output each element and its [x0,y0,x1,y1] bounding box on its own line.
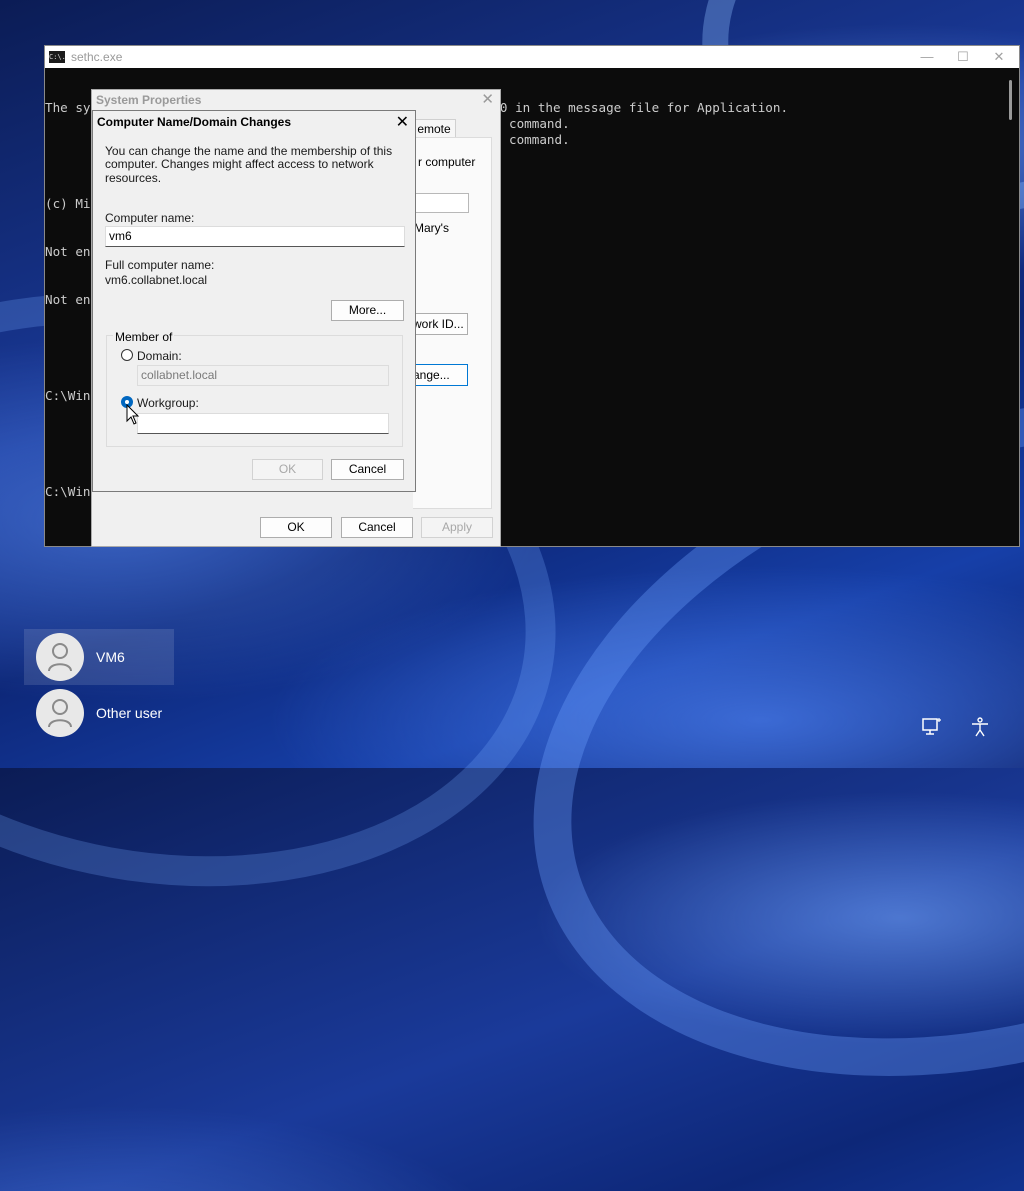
system-properties-title: System Properties [96,93,202,107]
workgroup-input[interactable] [137,413,389,434]
computer-name-label: Computer name: [105,211,195,225]
computer-name-dialog[interactable]: Computer Name/Domain Changes ✕ You can c… [92,110,416,492]
change-button[interactable]: ange... [413,364,468,386]
console-titlebar[interactable]: C:\. sethc.exe — ☐ ✕ [45,46,1019,68]
accessibility-icon[interactable] [969,716,991,738]
console-app-icon: C:\. [49,51,66,63]
network-icon[interactable] [921,716,943,738]
tab-remote[interactable]: emote [412,119,456,138]
user-name: VM6 [96,649,125,665]
domain-input[interactable]: collabnet.local [137,365,389,386]
dialog-description-line: computer. Changes might affect access to… [105,157,374,185]
maximize-icon[interactable]: ☐ [945,46,981,68]
more-button[interactable]: More... [331,300,404,321]
computer-description-input[interactable] [413,193,469,213]
mouse-cursor-icon [126,404,140,425]
cancel-button[interactable]: Cancel [341,517,413,538]
ok-button[interactable]: OK [252,459,323,480]
full-computer-name-label: Full computer name: [105,258,215,272]
console-line-fragment: command. [509,132,570,147]
user-avatar-icon [36,689,84,737]
user-tile-other[interactable]: Other user [24,685,174,741]
console-title: sethc.exe [71,50,123,64]
ok-button[interactable]: OK [260,517,332,538]
user-name: Other user [96,705,163,721]
close-icon[interactable]: ✕ [396,112,409,132]
dialog-description-line: You can change the name and the membersh… [105,144,393,158]
minimize-icon[interactable]: — [909,46,945,68]
member-of-label: Member of [113,330,175,344]
domain-label: Domain: [137,349,182,363]
dialog-title: Computer Name/Domain Changes [97,115,292,129]
user-avatar-icon [36,633,84,681]
domain-radio[interactable] [121,349,133,361]
console-line-fragment: command. [509,116,570,131]
close-icon[interactable]: ✕ [481,90,494,108]
computer-description-fragment: r computer [418,155,476,169]
workgroup-label: Workgroup: [137,396,199,410]
close-icon[interactable]: ✕ [981,46,1017,68]
scrollbar-thumb[interactable] [1009,80,1012,120]
network-id-button[interactable]: work ID... [413,313,468,335]
full-computer-name-value: vm6.collabnet.local [105,273,208,287]
user-tile-vm6[interactable]: VM6 [24,629,174,685]
cancel-button[interactable]: Cancel [331,459,404,480]
apply-button[interactable]: Apply [421,517,493,538]
console-scrollbar[interactable] [1003,68,1019,546]
computer-name-input[interactable]: vm6 [105,226,405,247]
example-text-fragment: Mary's [414,221,449,235]
